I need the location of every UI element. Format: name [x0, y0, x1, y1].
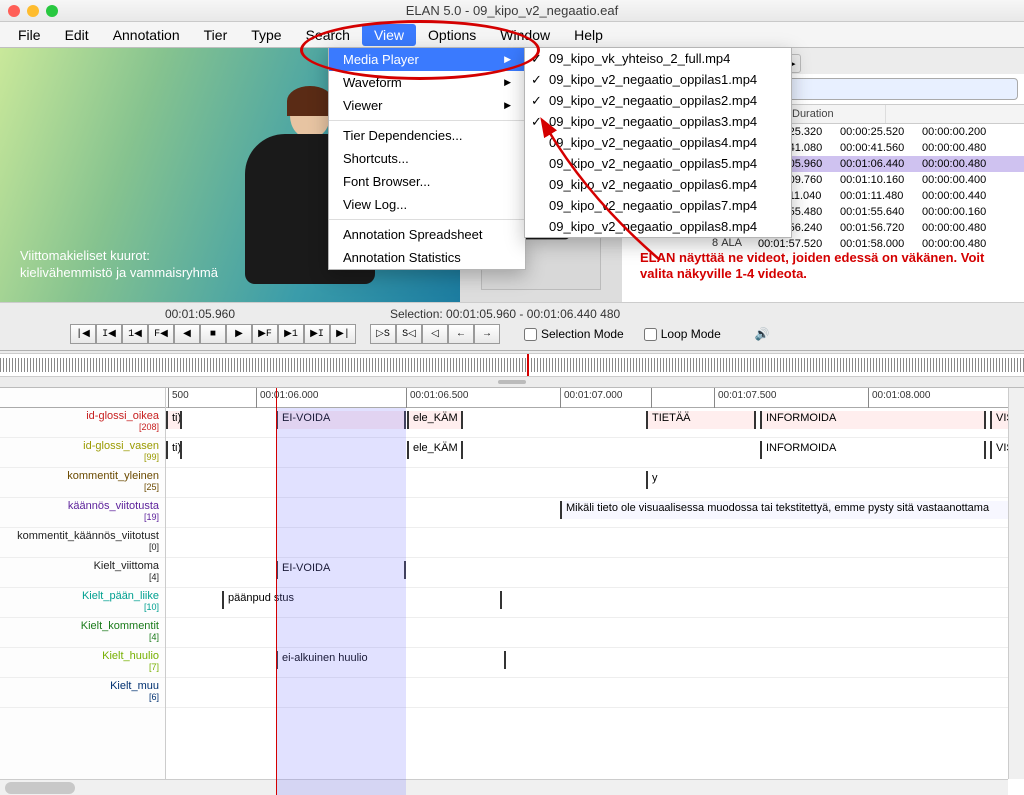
tier-label[interactable]: kommentit_käännös_viitotust[0] — [0, 528, 165, 558]
transport-button[interactable]: I◀ — [96, 324, 122, 344]
annotation[interactable]: INFORMOIDA — [760, 441, 986, 459]
tier-label[interactable]: käännös_viitotusta[19] — [0, 498, 165, 528]
media-file-item[interactable]: ✓09_kipo_vk_yhteiso_2_full.mp4 — [525, 48, 791, 69]
media-file-item[interactable]: ✓09_kipo_v2_negaatio_oppilas1.mp4 — [525, 69, 791, 90]
menu-item[interactable]: Shortcuts... — [329, 147, 525, 170]
menubar: FileEditAnnotationTierTypeSearchViewOpti… — [0, 22, 1024, 48]
timeline: id-glossi_oikea[208]id-glossi_vasen[99]k… — [0, 387, 1024, 795]
menu-options[interactable]: Options — [416, 24, 488, 46]
transport-button[interactable]: → — [474, 324, 500, 344]
annotation[interactable]: y — [646, 471, 1016, 489]
annotation[interactable]: ti) — [166, 411, 182, 429]
transport-button[interactable]: ▶ — [226, 324, 252, 344]
video-subtitle: Viittomakieliset kuurot:kielivähemmistö … — [20, 248, 218, 282]
menu-help[interactable]: Help — [562, 24, 615, 46]
current-time: 00:01:05.960 — [10, 307, 390, 321]
menu-tier[interactable]: Tier — [192, 24, 240, 46]
media-player-submenu[interactable]: ✓09_kipo_vk_yhteiso_2_full.mp4✓09_kipo_v… — [524, 47, 792, 238]
transport-button[interactable]: S◁ — [396, 324, 422, 344]
menu-item[interactable]: Font Browser... — [329, 170, 525, 193]
transport-button[interactable]: ▶1 — [278, 324, 304, 344]
tier-label[interactable]: kommentit_yleinen[25] — [0, 468, 165, 498]
menu-search[interactable]: Search — [294, 24, 362, 46]
menu-annotation[interactable]: Annotation — [101, 24, 192, 46]
transport-button[interactable]: 1◀ — [122, 324, 148, 344]
media-file-item[interactable]: 09_kipo_v2_negaatio_oppilas5.mp4 — [525, 153, 791, 174]
overview-waveform[interactable] — [0, 353, 1024, 377]
view-menu-dropdown[interactable]: Media PlayerWaveformViewer Tier Dependenc… — [328, 47, 526, 270]
transport-button[interactable]: ← — [448, 324, 474, 344]
vertical-scrollbar[interactable] — [1008, 388, 1024, 779]
menu-item[interactable]: Annotation Spreadsheet — [329, 223, 525, 246]
transport-button[interactable]: ◁ — [422, 324, 448, 344]
window-title: ELAN 5.0 - 09_kipo_v2_negaatio.eaf — [0, 3, 1024, 18]
loop-mode-checkbox[interactable]: Loop Mode — [644, 327, 721, 341]
menu-file[interactable]: File — [6, 24, 53, 46]
annotation[interactable]: ele_KÄM — [407, 411, 463, 429]
annotation[interactable]: INFORMOIDA — [760, 411, 986, 429]
transport-button[interactable]: ▶I — [304, 324, 330, 344]
menu-window[interactable]: Window — [488, 24, 562, 46]
transport-button[interactable]: ◀ — [174, 324, 200, 344]
annotation-text: ELAN näyttää ne videot, joiden edessä on… — [640, 250, 1000, 283]
transport-button[interactable]: F◀ — [148, 324, 174, 344]
menu-item[interactable]: Annotation Statistics — [329, 246, 525, 269]
media-file-item[interactable]: 09_kipo_v2_negaatio_oppilas8.mp4 — [525, 216, 791, 237]
media-file-item[interactable]: ✓09_kipo_v2_negaatio_oppilas2.mp4 — [525, 90, 791, 111]
annotation[interactable]: ele_KÄM — [407, 441, 463, 459]
selection-time: Selection: 00:01:05.960 - 00:01:06.440 4… — [390, 307, 1014, 321]
transport-button[interactable]: |◀ — [70, 324, 96, 344]
menu-type[interactable]: Type — [239, 24, 293, 46]
tier-label[interactable]: id-glossi_vasen[99] — [0, 438, 165, 468]
transport-bar: 00:01:05.960 Selection: 00:01:05.960 - 0… — [0, 302, 1024, 351]
transport-button[interactable]: ▶| — [330, 324, 356, 344]
time-ruler[interactable]: 50000:01:06.00000:01:06.50000:01:07.0000… — [166, 388, 1024, 408]
menu-edit[interactable]: Edit — [53, 24, 101, 46]
menu-view[interactable]: View — [362, 24, 416, 46]
media-file-item[interactable]: 09_kipo_v2_negaatio_oppilas7.mp4 — [525, 195, 791, 216]
tier-label[interactable]: id-glossi_oikea[208] — [0, 408, 165, 438]
annotation[interactable]: ti) — [166, 441, 182, 459]
transport-button[interactable]: ■ — [200, 324, 226, 344]
transport-button[interactable]: ▷S — [370, 324, 396, 344]
media-file-item[interactable]: ✓09_kipo_v2_negaatio_oppilas3.mp4 — [525, 111, 791, 132]
tier-label[interactable]: Kielt_huulio[7] — [0, 648, 165, 678]
menu-item[interactable]: Tier Dependencies... — [329, 124, 525, 147]
menu-item[interactable]: Viewer — [329, 94, 525, 117]
menu-item[interactable]: Media Player — [329, 48, 525, 71]
menu-item[interactable]: View Log... — [329, 193, 525, 216]
media-file-item[interactable]: 09_kipo_v2_negaatio_oppilas4.mp4 — [525, 132, 791, 153]
tier-label[interactable]: Kielt_kommentit[4] — [0, 618, 165, 648]
menu-item[interactable]: Waveform — [329, 71, 525, 94]
annotation[interactable]: TIETÄÄ — [646, 411, 756, 429]
transport-button[interactable]: ▶F — [252, 324, 278, 344]
selection-mode-checkbox[interactable]: Selection Mode — [524, 327, 624, 341]
tier-label[interactable]: Kielt_pään_liike[10] — [0, 588, 165, 618]
tier-label[interactable]: Kielt_viittoma[4] — [0, 558, 165, 588]
titlebar: ELAN 5.0 - 09_kipo_v2_negaatio.eaf — [0, 0, 1024, 22]
annotation[interactable]: Mikäli tieto ole visuaalisessa muodossa … — [560, 501, 1020, 519]
media-file-item[interactable]: 09_kipo_v2_negaatio_oppilas6.mp4 — [525, 174, 791, 195]
splitter[interactable] — [0, 377, 1024, 387]
horizontal-scrollbar[interactable] — [0, 779, 1008, 795]
volume-icon[interactable]: 🔊 — [755, 327, 770, 341]
tier-label[interactable]: Kielt_muu[6] — [0, 678, 165, 708]
